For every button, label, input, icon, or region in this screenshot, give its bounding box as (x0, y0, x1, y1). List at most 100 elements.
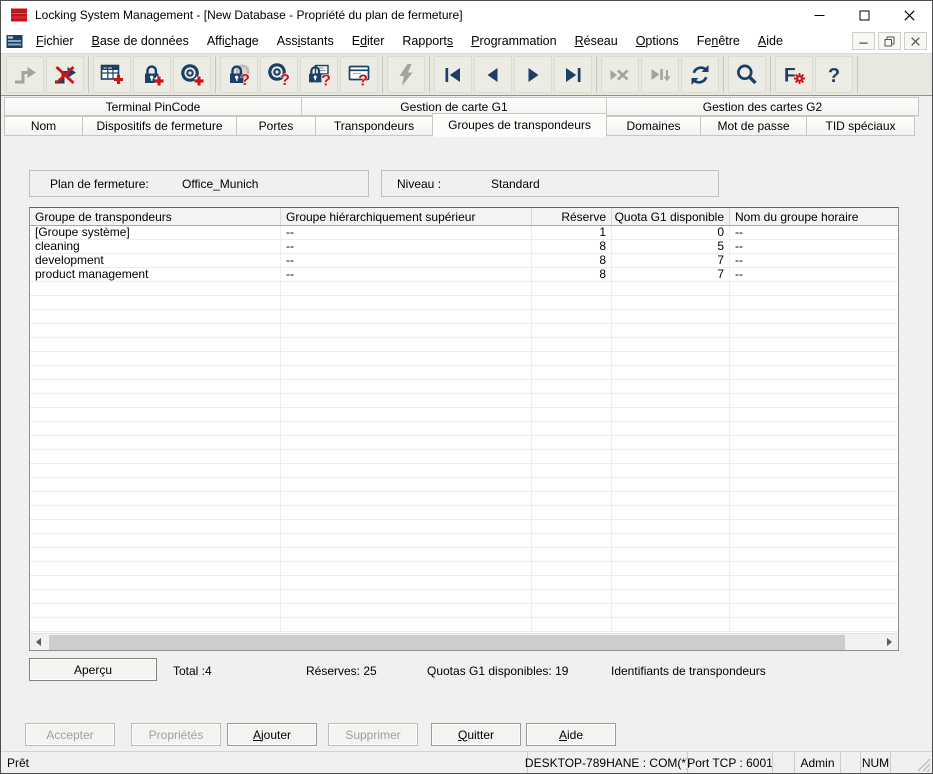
function-keys-button[interactable]: F (775, 56, 813, 93)
cell (612, 310, 730, 323)
column-header-nom-du-groupe-horaire[interactable]: Nom du groupe horaire (730, 208, 898, 225)
tab-dispositifs-de-fermeture[interactable]: Dispositifs de fermeture (82, 116, 237, 136)
cell: 7 (612, 254, 730, 267)
cell: -- (730, 226, 898, 239)
svg-text:?: ? (280, 72, 290, 88)
column-header-quota-g1-disponible[interactable]: Quota G1 disponible (612, 208, 730, 225)
mdi-close-button[interactable] (904, 32, 927, 50)
close-button[interactable] (887, 1, 932, 29)
cell (730, 310, 898, 323)
refresh-button[interactable] (681, 56, 719, 93)
window-title: Locking System Management - [New Databas… (35, 8, 797, 22)
status-empty (772, 752, 794, 773)
skip-down-icon (647, 62, 673, 88)
new-locking-plan-button[interactable] (93, 56, 131, 93)
status-num: NUM (860, 752, 890, 773)
tab-terminal-pincode[interactable]: Terminal PinCode (4, 97, 302, 116)
column-header-groupe-hierarchiquement-superieur[interactable]: Groupe hiérarchiquement supérieur (281, 208, 532, 225)
read-network-button[interactable]: ? (340, 56, 378, 93)
cell (30, 506, 281, 519)
prev-record-button[interactable] (474, 56, 512, 93)
tab-transpondeurs[interactable]: Transpondeurs (315, 116, 433, 136)
ajouter-button[interactable]: Ajouter (227, 723, 317, 746)
minimize-button[interactable] (797, 1, 842, 29)
aide-button[interactable]: Aide (526, 723, 616, 746)
menu-fenetre[interactable]: Fenêtre (688, 31, 749, 51)
cell (730, 282, 898, 295)
menu-fichier[interactable]: Fichier (27, 31, 83, 51)
minimize-icon (814, 10, 825, 21)
menu-programmation[interactable]: Programmation (462, 31, 565, 51)
next-record-button[interactable] (514, 56, 552, 93)
search-button[interactable] (728, 56, 766, 93)
maximize-button[interactable] (842, 1, 887, 29)
menu-aide[interactable]: Aide (749, 31, 792, 51)
table-row-product-management[interactable]: product management--87-- (30, 268, 898, 282)
table-row-empty (30, 520, 898, 534)
last-record-button[interactable] (554, 56, 592, 93)
table-row-empty (30, 590, 898, 604)
cell (730, 618, 898, 631)
column-header-groupe-de-transpondeurs[interactable]: Groupe de transpondeurs (30, 208, 281, 225)
cell (30, 450, 281, 463)
table-row-empty (30, 548, 898, 562)
menu-options[interactable]: Options (627, 31, 688, 51)
table-row-empty (30, 366, 898, 380)
read-card-lock-button[interactable]: ? (300, 56, 338, 93)
cell: -- (730, 240, 898, 253)
cell (532, 394, 612, 407)
table-row-groupe-systeme[interactable]: [Groupe système]--10-- (30, 226, 898, 240)
tab-tid-speciaux[interactable]: TID spéciaux (806, 116, 915, 136)
table-row-empty (30, 534, 898, 548)
tab-mot-de-passe[interactable]: Mot de passe (700, 116, 807, 136)
tab-domaines[interactable]: Domaines (606, 116, 701, 136)
read-transponder-button[interactable]: ? (260, 56, 298, 93)
table-row-cleaning[interactable]: cleaning--85-- (30, 240, 898, 254)
scroll-right-arrow[interactable] (881, 634, 898, 651)
cell (281, 324, 532, 337)
cell (281, 338, 532, 351)
new-lock-button[interactable] (133, 56, 171, 93)
scroll-left-arrow[interactable] (30, 634, 47, 651)
scrollbar-thumb[interactable] (49, 635, 845, 650)
cell (730, 464, 898, 477)
cell: -- (281, 240, 532, 253)
first-record-button[interactable] (434, 56, 472, 93)
mdi-restore-button[interactable] (878, 32, 901, 50)
tab-portes[interactable]: Portes (236, 116, 316, 136)
cell: -- (281, 226, 532, 239)
cell: development (30, 254, 281, 267)
transponder-ids-label: Identifiants de transpondeurs (611, 664, 766, 678)
tab-nom[interactable]: Nom (4, 116, 83, 136)
svg-text:?: ? (240, 72, 250, 88)
help-button[interactable]: ? (815, 56, 853, 93)
cell (612, 436, 730, 449)
tab-groupes-de-transpondeurs[interactable]: Groupes de transpondeurs (432, 113, 607, 137)
tab-gestion-des-cartes-g2[interactable]: Gestion des cartes G2 (606, 97, 919, 116)
table-row-development[interactable]: development--87-- (30, 254, 898, 268)
cell (30, 408, 281, 421)
apercu-button[interactable]: Aperçu (29, 658, 157, 681)
column-header-reserve[interactable]: Réserve (532, 208, 612, 225)
menu-base-de-donnees[interactable]: Base de données (83, 31, 198, 51)
cell (30, 352, 281, 365)
cell (730, 352, 898, 365)
toolbar-separator (857, 56, 858, 93)
locking-plan-label: Plan de fermeture: (50, 177, 149, 191)
horizontal-scrollbar[interactable] (30, 633, 898, 650)
read-lock-button[interactable]: ? (220, 56, 258, 93)
cell (281, 618, 532, 631)
table-row-empty (30, 492, 898, 506)
menu-rapports[interactable]: Rapports (393, 31, 462, 51)
resize-grip-icon[interactable] (917, 758, 931, 772)
menu-reseau[interactable]: Réseau (566, 31, 627, 51)
new-transponder-button[interactable] (173, 56, 211, 93)
zigzag-arrow-cancel-button[interactable] (46, 56, 84, 93)
mdi-minimize-button[interactable] (852, 32, 875, 50)
menu-editer[interactable]: Editer (343, 31, 394, 51)
menu-assistants[interactable]: Assistants (268, 31, 343, 51)
cell (612, 352, 730, 365)
menu-affichage[interactable]: Affichage (198, 31, 268, 51)
quitter-button[interactable]: Quitter (431, 723, 521, 746)
cell (612, 296, 730, 309)
